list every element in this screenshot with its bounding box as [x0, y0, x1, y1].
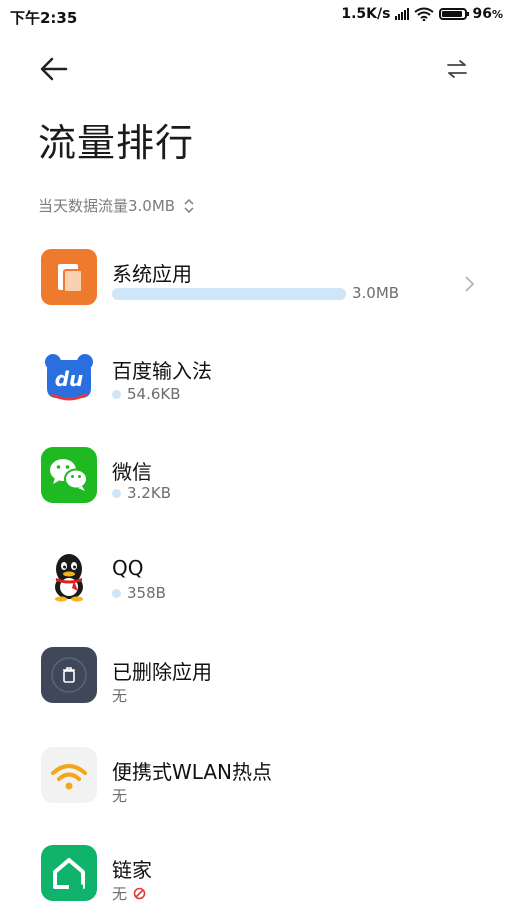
page-title: 流量排行: [38, 121, 195, 165]
usage-value: 无: [112, 787, 128, 805]
usage-bar: [112, 288, 346, 300]
wechat-icon: [41, 447, 97, 503]
usage-value: 54.6KB: [127, 385, 181, 403]
usage-line: 无: [112, 685, 127, 706]
filter-label: 当天数据流量3.0MB: [38, 197, 176, 215]
battery-icon: [439, 8, 470, 20]
battery-percent: 96%: [472, 6, 503, 22]
status-icons: 1.5K/s 96%: [341, 6, 503, 22]
deleted-apps-icon: [41, 647, 97, 703]
list-item-wlan-hotspot[interactable]: 便携式WLAN热点 无: [0, 745, 513, 825]
usage-dot: [112, 588, 121, 598]
usage-bar-fill: [112, 288, 346, 300]
usage-line: 3.2KB: [112, 484, 171, 502]
usage-value: 3.2KB: [127, 484, 171, 502]
signal-icon: [395, 8, 410, 20]
status-time: 下午2:35: [10, 9, 78, 27]
baidu-ime-icon: du: [41, 348, 97, 404]
updown-chevron-icon: [184, 198, 194, 213]
app-name: QQ: [112, 556, 144, 580]
app-name: 链家: [112, 858, 152, 882]
usage-value: 358B: [127, 584, 166, 602]
restricted-icon: [133, 887, 146, 900]
wlan-hotspot-icon: [41, 747, 97, 803]
list-item-system-apps[interactable]: 系统应用 3.0MB: [0, 246, 513, 326]
usage-value: 无: [112, 885, 128, 903]
usage-value: 3.0MB: [352, 284, 400, 302]
swap-toggle-icon[interactable]: [444, 56, 470, 82]
back-arrow-icon[interactable]: [36, 54, 72, 84]
usage-line: 54.6KB: [112, 385, 181, 403]
usage-line: 无: [112, 883, 146, 904]
list-item-lianjia[interactable]: 链家 无: [0, 843, 513, 923]
app-name: 已删除应用: [112, 660, 212, 684]
list-item-baidu-ime[interactable]: du 百度输入法 54.6KB: [0, 345, 513, 425]
list-item-wechat[interactable]: 微信 3.2KB: [0, 445, 513, 525]
system-apps-icon: [41, 249, 97, 305]
data-filter-selector[interactable]: 当天数据流量3.0MB: [38, 195, 195, 216]
app-name: 微信: [112, 460, 152, 484]
usage-line: 358B: [112, 584, 166, 602]
qq-icon: [41, 547, 97, 603]
list-item-qq[interactable]: QQ 358B: [0, 545, 513, 625]
app-name: 便携式WLAN热点: [112, 760, 273, 784]
usage-line: 无: [112, 785, 127, 806]
usage-dot: [112, 389, 121, 399]
chevron-right-icon: [465, 276, 475, 292]
usage-value: 无: [112, 687, 128, 705]
wifi-icon: [414, 7, 435, 21]
status-bar: 下午2:35 1.5K/s 96%: [0, 0, 513, 30]
lianjia-icon: [41, 845, 97, 901]
list-item-deleted-apps[interactable]: 已删除应用 无: [0, 645, 513, 725]
app-name: 系统应用: [112, 262, 192, 286]
network-speed: 1.5K/s: [341, 6, 391, 22]
app-name: 百度输入法: [112, 359, 212, 383]
usage-dot: [112, 488, 121, 498]
svg-text:du: du: [55, 367, 84, 391]
